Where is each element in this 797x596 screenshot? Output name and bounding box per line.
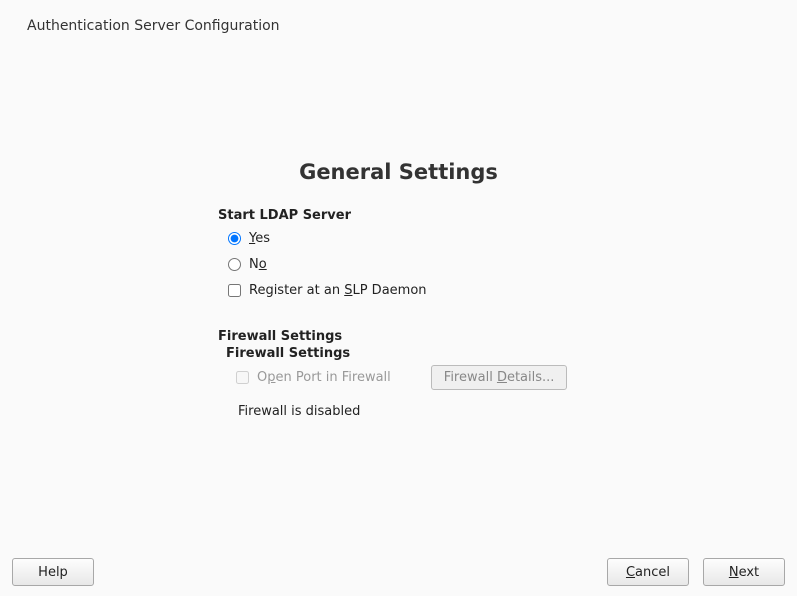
next-button[interactable]: Next [703,558,785,586]
register-slp-label: Register at an SLP Daemon [249,283,427,298]
firewall-inner-label: Firewall Settings [226,346,598,361]
help-button[interactable]: Help [12,558,94,586]
firewall-section: Firewall Settings Firewall Settings Open… [218,329,598,419]
register-slp-row[interactable]: Register at an SLP Daemon [228,277,598,303]
radio-no[interactable] [228,258,241,271]
firewall-outer-label: Firewall Settings [218,329,598,344]
checkbox-open-port [236,371,249,384]
button-bar: Help Cancel Next [12,558,785,586]
firewall-row: Open Port in Firewall Firewall Details..… [236,365,598,390]
radio-yes-label: Yes [249,231,270,246]
firewall-status: Firewall is disabled [238,404,598,419]
page-title: Authentication Server Configuration [27,18,280,34]
content-area: Start LDAP Server Yes No Register at an … [218,208,598,419]
main-heading: General Settings [0,160,797,184]
start-ldap-label: Start LDAP Server [218,208,598,223]
firewall-details-button: Firewall Details... [431,365,568,390]
cancel-button[interactable]: Cancel [607,558,689,586]
radio-yes[interactable] [228,232,241,245]
radio-no-label: No [249,257,267,272]
radio-yes-row[interactable]: Yes [228,225,598,251]
footer-right: Cancel Next [607,558,785,586]
open-port-row: Open Port in Firewall [236,370,391,385]
checkbox-register-slp[interactable] [228,284,241,297]
start-ldap-radio-group: Yes No Register at an SLP Daemon [228,225,598,303]
radio-no-row[interactable]: No [228,251,598,277]
open-port-label: Open Port in Firewall [257,370,391,385]
